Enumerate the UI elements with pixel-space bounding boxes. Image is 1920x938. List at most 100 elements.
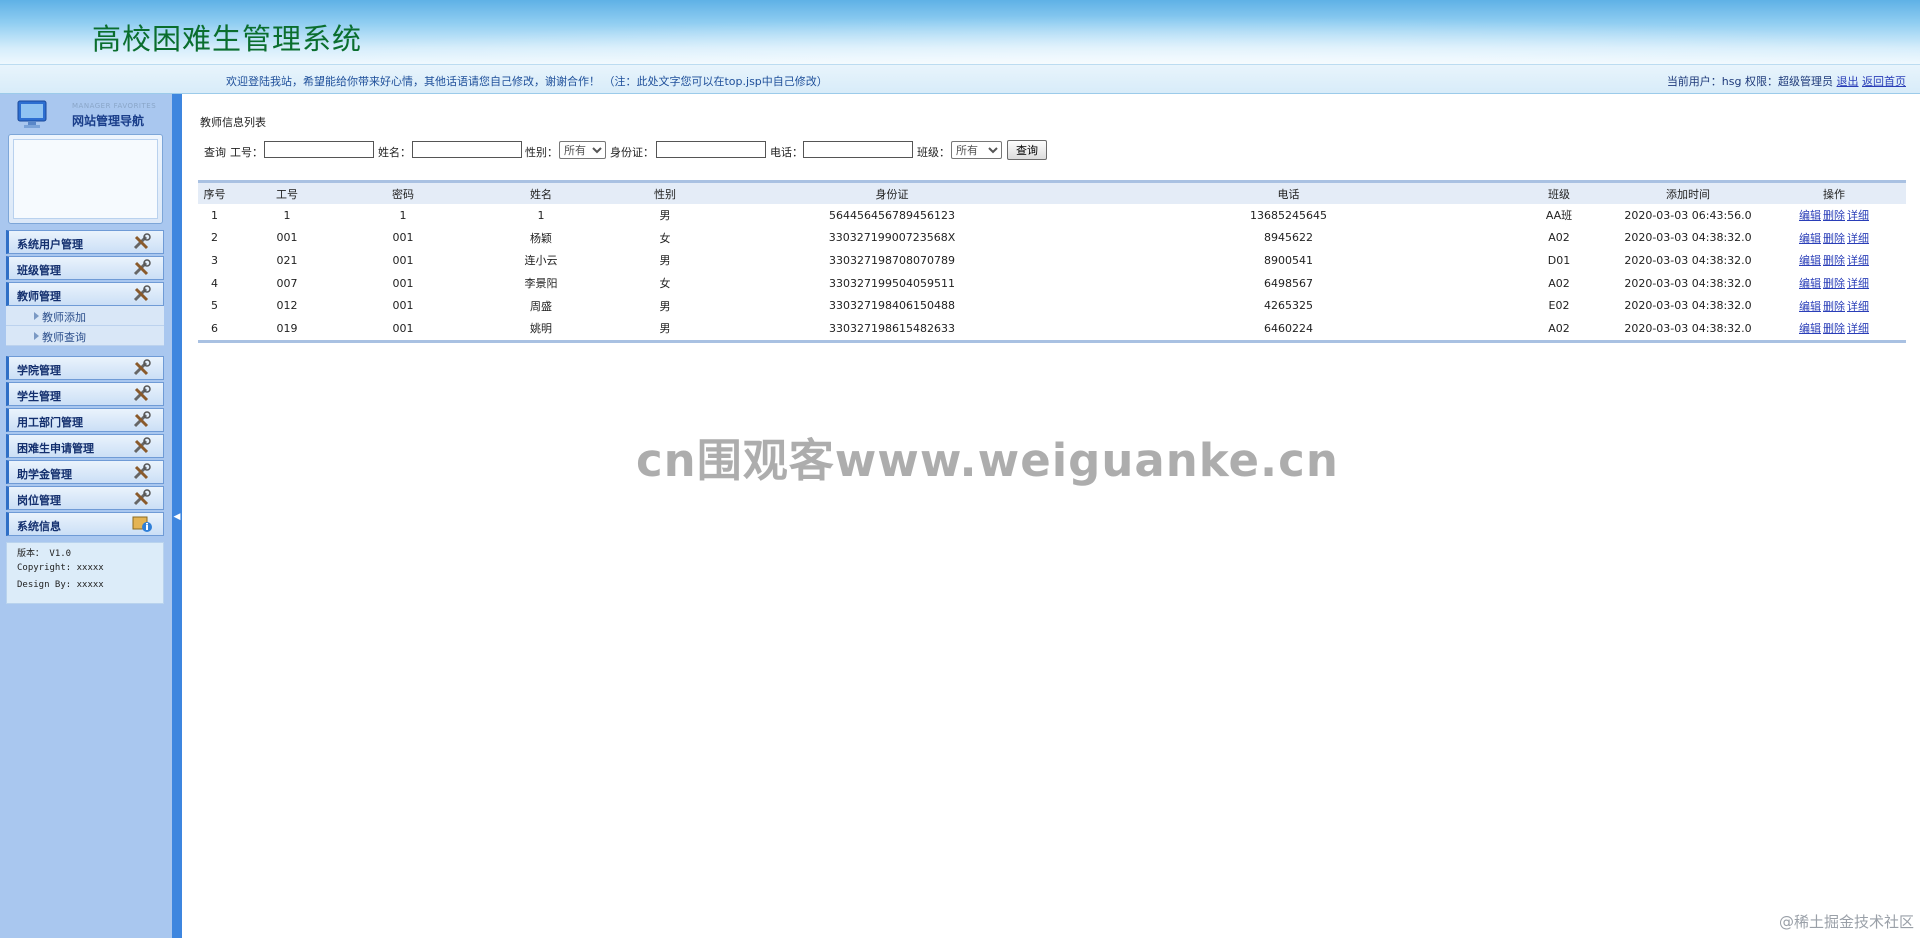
menu-grant[interactable]: 助学金管理 [6,460,164,484]
cell-class: E02 [1548,299,1570,313]
cell-phone: 4265325 [1264,299,1313,313]
cell-name: 1 [537,208,545,222]
menu-application[interactable]: 困难生申请管理 [6,434,164,458]
menu-teacher[interactable]: 教师管理 [6,282,164,306]
delete-link[interactable]: 删除 [1823,232,1845,245]
edit-link[interactable]: 编辑 [1799,277,1821,290]
cell-name: 周盛 [530,299,552,313]
tools-icon [133,359,151,376]
detail-link[interactable]: 详细 [1847,277,1869,290]
cell-phone: 6460224 [1264,321,1313,335]
system-info-panel: 版本： V1.0 Copyright: xxxxx Design By: xxx… [6,542,164,604]
cell-class: AA班 [1545,209,1573,223]
cell-gonghao: 021 [276,253,298,267]
menu-system-info[interactable]: 系统信息 [6,512,164,536]
menu-system-users[interactable]: 系统用户管理 [6,230,164,254]
cell-phone: 8900541 [1264,253,1313,267]
table-row: 1 1 1 1 男 564456456789456123 13685245645 AA班 202… [198,204,1906,227]
home-link[interactable]: 返回首页 [1862,75,1906,88]
cell-ops: 编辑 删除 详细 [1762,317,1906,340]
delete-link[interactable]: 删除 [1823,209,1845,222]
idcard-input[interactable] [656,141,766,158]
cell-phone: 6498567 [1264,276,1313,290]
class-select[interactable]: 所有 [951,141,1002,159]
search-bar: 查询 工号： 姓名： 性别： 所有 身份证： 电话： 班级： 所有 查询 [198,134,1906,172]
cell-idcard: 33032719900723568X [828,231,956,245]
table-row: 5 012 001 周盛 男 330327198406150488 4265325 E02 20… [198,294,1906,317]
cell-phone: 8945622 [1264,231,1313,245]
delete-link[interactable]: 删除 [1823,254,1845,267]
col-header: 操作 [1823,187,1845,201]
cell-idcard: 330327199504059511 [829,276,955,290]
query-button[interactable]: 查询 [1007,140,1047,160]
site-title: 高校困难生管理系统 [92,22,363,56]
menu-post[interactable]: 岗位管理 [6,486,164,510]
watermark-text: cn围观客www.weiguanke.cn [636,434,1339,487]
user-info: 当前用户：hsg 权限：超级管理员 退出 返回首页 [1667,73,1906,89]
cell-class: A02 [1548,321,1570,335]
edit-link[interactable]: 编辑 [1799,254,1821,267]
delete-link[interactable]: 删除 [1823,277,1845,290]
menu-college[interactable]: 学院管理 [6,356,164,380]
tools-icon [133,259,151,276]
collapse-sidebar-icon[interactable]: ◀ [172,510,182,524]
cell-gender: 女 [659,277,671,291]
cell-time: 2020-03-03 06:43:56.0 [1624,208,1752,222]
menu-student[interactable]: 学生管理 [6,382,164,406]
cell-time: 2020-03-03 04:38:32.0 [1624,276,1752,290]
cell-idx: 5 [211,299,218,313]
menu-department[interactable]: 用工部门管理 [6,408,164,432]
phone-input[interactable] [803,141,913,158]
delete-link[interactable]: 删除 [1823,300,1845,313]
cell-idx: 4 [211,276,218,290]
cell-class: A02 [1548,276,1570,290]
edit-link[interactable]: 编辑 [1799,322,1821,335]
header-banner: 高校困难生管理系统 [0,0,1920,64]
gender-select[interactable]: 所有 [559,141,606,159]
monitor-icon [17,100,47,128]
submenu-teacher-add[interactable]: 教师添加 [6,306,164,326]
gonghao-input[interactable] [264,141,374,158]
edit-link[interactable]: 编辑 [1799,209,1821,222]
cell-gonghao: 012 [276,299,298,313]
col-header: 性别 [654,187,676,201]
nav-panel [8,134,163,224]
current-user-text: 当前用户：hsg 权限：超级管理员 [1666,75,1833,88]
phone-label: 电话： [770,146,803,159]
cell-gonghao: 1 [283,208,291,222]
cell-ops: 编辑 删除 详细 [1762,204,1906,227]
cell-name: 李景阳 [524,277,558,291]
edit-link[interactable]: 编辑 [1799,300,1821,313]
detail-link[interactable]: 详细 [1847,322,1869,335]
detail-link[interactable]: 详细 [1847,254,1869,267]
info-bar: 欢迎登陆我站，希望能给你带来好心情，其他话语请您自己修改，谢谢合作！ （注：此处… [0,64,1920,94]
menu-class[interactable]: 班级管理 [6,256,164,280]
detail-link[interactable]: 详细 [1847,209,1869,222]
nav-header-title: 网站管理导航 [72,114,145,128]
cell-idcard: 330327198708070789 [829,253,955,267]
cell-time: 2020-03-03 04:38:32.0 [1624,231,1752,245]
detail-link[interactable]: 详细 [1847,232,1869,245]
sidebar: MANAGER FAVORITES 网站管理导航 系统用户管理 班级管理 教师管… [0,94,172,938]
edit-link[interactable]: 编辑 [1799,232,1821,245]
corner-watermark: @稀土掘金技术社区 [1778,913,1914,931]
name-input[interactable] [412,141,522,158]
cell-password: 001 [392,253,414,267]
cell-name: 杨颖 [530,231,552,245]
cell-idx: 2 [211,231,218,245]
submenu-teacher-query[interactable]: 教师查询 [6,326,164,346]
col-header: 密码 [392,187,414,201]
logout-link[interactable]: 退出 [1837,75,1859,88]
cell-ops: 编辑 删除 详细 [1762,249,1906,272]
table-row: 2 001 001 杨颖 女 33032719900723568X 8945622 A02 20… [198,227,1906,250]
col-header: 身份证 [875,187,909,201]
delete-link[interactable]: 删除 [1823,322,1845,335]
bullet-icon [34,332,39,340]
cell-time: 2020-03-03 04:38:32.0 [1624,321,1752,335]
nav-header: MANAGER FAVORITES 网站管理导航 [6,96,166,130]
gonghao-label: 工号： [230,146,263,159]
cell-ops: 编辑 删除 详细 [1762,227,1906,250]
cell-gonghao: 001 [276,231,298,245]
detail-link[interactable]: 详细 [1847,300,1869,313]
col-header: 电话 [1277,187,1300,201]
